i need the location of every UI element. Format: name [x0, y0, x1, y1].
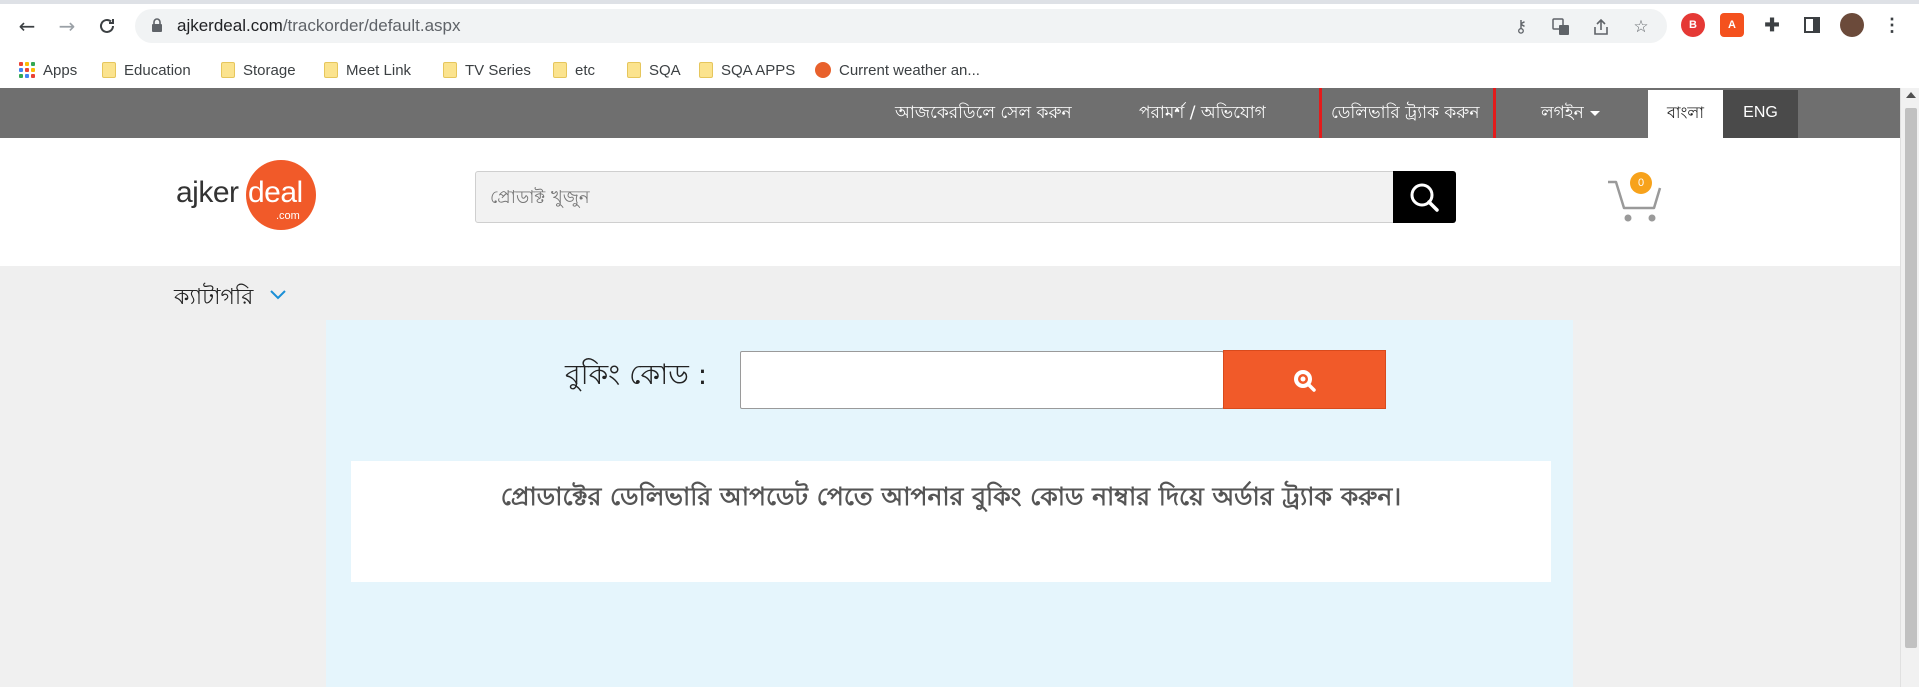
category-menu[interactable]: ক্যাটাগরি [174, 280, 253, 317]
bookmark-label: etc [575, 61, 596, 79]
bookmark-label: SQA APPS [721, 61, 796, 79]
profile-avatar[interactable] [1840, 13, 1864, 37]
bookmarks-bar: Apps Education Storage Meet Link TV Seri… [0, 52, 1919, 88]
bookmark-apps[interactable]: Apps [19, 57, 77, 83]
search-button[interactable] [1393, 171, 1456, 223]
bookmark-label: Current weather an... [839, 61, 980, 79]
chevron-down-icon[interactable] [270, 290, 286, 300]
track-search-button[interactable] [1223, 350, 1386, 409]
track-order-panel: বুকিং কোড : প্রোডাক্টের ডেলিভারি আপডেট প… [326, 320, 1573, 687]
category-bar: ক্যাটাগরি [0, 266, 1900, 320]
folder-icon [699, 62, 713, 78]
scrollbar-thumb[interactable] [1905, 108, 1917, 648]
lang-english-button[interactable]: ENG [1723, 90, 1798, 138]
cart-button[interactable]: 0 [1606, 170, 1668, 224]
folder-icon [102, 62, 116, 78]
extension-translate-icon[interactable]: A [1720, 13, 1744, 37]
translate-icon[interactable] [1550, 16, 1572, 38]
extension-b-icon[interactable]: B [1681, 13, 1705, 37]
lang-bangla-button[interactable]: বাংলা [1648, 90, 1723, 138]
bookmark-sqa[interactable]: SQA [627, 57, 681, 83]
search-magnify-icon [1294, 370, 1316, 392]
site-logo[interactable]: ajker deal .com [176, 160, 316, 232]
top-nav-bar: আজকেরডিলে সেল করুন পরামর্শ / অভিযোগ ডেলি… [0, 88, 1900, 166]
bookmark-label: Storage [243, 61, 296, 79]
bookmark-label: Apps [43, 61, 78, 79]
reload-icon[interactable] [93, 12, 121, 40]
bookmark-education[interactable]: Education [102, 57, 191, 83]
nav-sell-link[interactable]: আজকেরডিলে সেল করুন [895, 88, 1072, 138]
forward-icon[interactable]: → [53, 12, 81, 40]
tab-strip [0, 0, 1919, 4]
folder-icon [324, 62, 338, 78]
cart-count-badge: 0 [1630, 172, 1652, 194]
bookmark-weather[interactable]: Current weather an... [815, 57, 980, 83]
extensions-puzzle-icon[interactable]: ✚ [1760, 13, 1784, 37]
url-path: /trackorder/default.aspx [282, 16, 461, 35]
folder-icon [627, 62, 641, 78]
scroll-up-icon[interactable] [1906, 92, 1916, 98]
site-header: ajker deal .com 0 [0, 138, 1900, 266]
login-label: লগইন [1541, 103, 1584, 123]
folder-icon [221, 62, 235, 78]
side-panel-icon[interactable] [1800, 13, 1824, 37]
weather-icon [815, 62, 831, 78]
nav-login-dropdown[interactable]: লগইন [1541, 88, 1600, 138]
address-bar[interactable]: ajkerdeal.com/trackorder/default.aspx ⚷ … [135, 9, 1667, 43]
logo-text-com: .com [276, 210, 300, 222]
bookmark-tv-series[interactable]: TV Series [443, 57, 531, 83]
logo-text-right: deal [248, 176, 303, 209]
booking-code-input[interactable] [740, 351, 1224, 409]
share-icon[interactable] [1590, 16, 1612, 38]
key-icon[interactable]: ⚷ [1510, 16, 1532, 38]
url-domain: ajkerdeal.com [177, 16, 283, 35]
menu-dots-icon[interactable]: ⋮ [1880, 13, 1904, 37]
folder-icon [553, 62, 567, 78]
bookmark-sqa-apps[interactable]: SQA APPS [699, 57, 795, 83]
lock-icon [152, 18, 162, 32]
page: আজকেরডিলে সেল করুন পরামর্শ / অভিযোগ ডেলি… [0, 88, 1900, 687]
browser-chrome: ← → ajkerdeal.com/trackorder/default.asp… [0, 0, 1919, 88]
bookmark-etc[interactable]: etc [553, 57, 595, 83]
bookmark-meet-link[interactable]: Meet Link [324, 57, 411, 83]
bookmark-label: TV Series [465, 61, 531, 79]
bookmark-storage[interactable]: Storage [221, 57, 296, 83]
bookmark-label: Education [124, 61, 191, 79]
apps-grid-icon [19, 62, 35, 78]
bookmark-star-icon[interactable]: ☆ [1630, 16, 1652, 38]
info-panel: প্রোডাক্টের ডেলিভারি আপডেট পেতে আপনার বু… [351, 461, 1551, 582]
folder-icon [443, 62, 457, 78]
page-scrollbar[interactable] [1900, 88, 1919, 687]
track-instruction-text: প্রোডাক্টের ডেলিভারি আপডেট পেতে আপনার বু… [500, 482, 1402, 511]
nav-feedback-link[interactable]: পরামর্শ / অভিযোগ [1139, 88, 1266, 138]
search-icon [1410, 183, 1439, 212]
product-search-input[interactable] [475, 171, 1394, 223]
back-icon[interactable]: ← [13, 12, 41, 40]
bookmark-label: SQA [649, 61, 681, 79]
logo-text-left: ajker [176, 176, 239, 209]
url-text[interactable]: ajkerdeal.com/trackorder/default.aspx [177, 16, 460, 36]
caret-down-icon [1589, 110, 1600, 116]
bookmark-label: Meet Link [346, 61, 412, 79]
booking-code-label: বুকিং কোড : [565, 358, 708, 391]
